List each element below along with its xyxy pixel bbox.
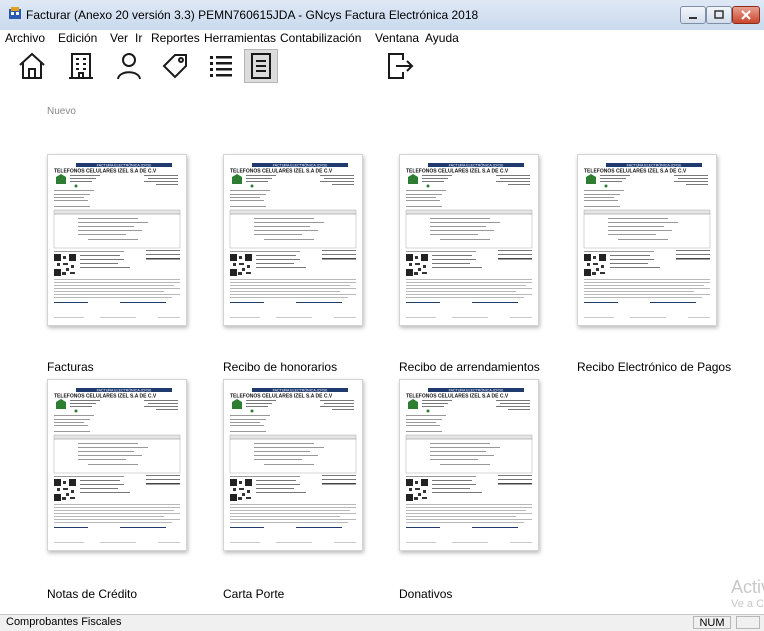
menu-ayuda[interactable]: Ayuda xyxy=(425,31,459,45)
maximize-button[interactable] xyxy=(706,6,732,24)
card-recibo-pagos[interactable]: FACTURA ELECTRÓNICA (CFDI) TELEFONOS CEL… xyxy=(577,154,717,326)
menu-ir[interactable]: Ir xyxy=(135,31,142,45)
card-donativos[interactable]: FACTURA ELECTRÓNICA (CFDI) TELEFONOS CEL… xyxy=(399,379,539,551)
app-icon xyxy=(9,7,21,19)
card-recibo-honorarios[interactable]: FACTURA ELECTRÓNICA (CFDI) TELEFONOS CEL… xyxy=(223,154,363,326)
card-label-donativos[interactable]: Donativos xyxy=(399,587,452,601)
resize-grip-icon[interactable] xyxy=(736,616,760,629)
invoice-preview-header: FACTURA ELECTRÓNICA (CFDI) xyxy=(449,387,504,392)
invoice-preview-company: TELEFONOS CELULARES IZEL S.A DE C.V xyxy=(406,169,509,175)
invoice-preview-image: FACTURA ELECTRÓNICA (CFDI) TELEFONOS CEL… xyxy=(578,155,716,325)
close-button[interactable] xyxy=(732,6,760,24)
invoice-preview-header: FACTURA ELECTRÓNICA (CFDI) xyxy=(97,387,152,392)
invoice-preview-image: FACTURA ELECTRÓNICA (CFDI) TELEFONOS CEL… xyxy=(400,155,538,325)
status-bar: Comprobantes Fiscales NUM xyxy=(0,614,764,631)
invoice-preview-image: FACTURA ELECTRÓNICA (CFDI) TELEFONOS CEL… xyxy=(400,380,538,550)
menu-contabilizacion[interactable]: Contabilización xyxy=(280,31,361,45)
card-carta-porte[interactable]: FACTURA ELECTRÓNICA (CFDI) TELEFONOS CEL… xyxy=(223,379,363,551)
invoice-preview-header: FACTURA ELECTRÓNICA (CFDI) xyxy=(449,162,504,167)
invoice-preview-company: TELEFONOS CELULARES IZEL S.A DE C.V xyxy=(230,169,333,175)
menu-edicion[interactable]: Edición xyxy=(58,31,97,45)
card-notas-credito[interactable]: FACTURA ELECTRÓNICA (CFDI) TELEFONOS CEL… xyxy=(47,379,187,551)
invoice-preview-image: FACTURA ELECTRÓNICA (CFDI) TELEFONOS CEL… xyxy=(224,380,362,550)
num-lock-indicator: NUM xyxy=(693,616,731,629)
invoice-preview-company: TELEFONOS CELULARES IZEL S.A DE C.V xyxy=(230,394,333,400)
menu-archivo[interactable]: Archivo xyxy=(5,31,45,45)
invoice-preview-company: TELEFONOS CELULARES IZEL S.A DE C.V xyxy=(54,169,157,175)
invoice-preview-header: FACTURA ELECTRÓNICA (CFDI) xyxy=(627,162,682,167)
invoice-preview-company: TELEFONOS CELULARES IZEL S.A DE C.V xyxy=(406,394,509,400)
minimize-button[interactable] xyxy=(680,6,706,24)
card-facturas[interactable]: FACTURA ELECTRÓNICA (CFDI) TELEFONOS CEL… xyxy=(47,154,187,326)
invoice-preview-company: TELEFONOS CELULARES IZEL S.A DE C.V xyxy=(54,394,157,400)
invoice-preview-image: FACTURA ELECTRÓNICA (CFDI) TELEFONOS CEL… xyxy=(48,155,186,325)
list-icon[interactable] xyxy=(206,51,236,81)
exit-icon[interactable] xyxy=(385,51,415,81)
person-icon[interactable] xyxy=(114,51,144,81)
invoice-preview-header: FACTURA ELECTRÓNICA (CFDI) xyxy=(97,162,152,167)
menu-bar: Archivo Edición Ver Ir Reportes Herramie… xyxy=(0,30,764,46)
invoice-preview-company: TELEFONOS CELULARES IZEL S.A DE C.V xyxy=(584,169,687,175)
card-label-recibo-pagos[interactable]: Recibo Electrónico de Pagos xyxy=(577,360,731,374)
home-icon[interactable] xyxy=(17,51,47,81)
card-label-recibo-arrendamientos[interactable]: Recibo de arrendamientos xyxy=(399,360,540,374)
card-label-notas-credito[interactable]: Notas de Crédito xyxy=(47,587,137,601)
activation-watermark-sub: Ve a Co xyxy=(731,598,764,610)
status-text: Comprobantes Fiscales xyxy=(6,616,122,628)
card-label-carta-porte[interactable]: Carta Porte xyxy=(223,587,284,601)
menu-herramientas[interactable]: Herramientas xyxy=(204,31,276,45)
card-label-recibo-honorarios[interactable]: Recibo de honorarios xyxy=(223,360,337,374)
title-bar: Facturar (Anexo 20 versión 3.3) PEMN7606… xyxy=(0,0,764,31)
activation-watermark: Activ xyxy=(731,577,764,597)
invoice-preview-header: FACTURA ELECTRÓNICA (CFDI) xyxy=(273,162,328,167)
tag-icon[interactable] xyxy=(160,51,190,81)
menu-ver[interactable]: Ver xyxy=(110,31,128,45)
building-icon[interactable] xyxy=(66,51,96,81)
invoice-preview-header: FACTURA ELECTRÓNICA (CFDI) xyxy=(273,387,328,392)
card-label-facturas[interactable]: Facturas xyxy=(47,360,94,374)
menu-ventana[interactable]: Ventana xyxy=(375,31,419,45)
invoice-preview-image: FACTURA ELECTRÓNICA (CFDI) TELEFONOS CEL… xyxy=(224,155,362,325)
document-icon[interactable] xyxy=(244,49,278,83)
window-title: Facturar (Anexo 20 versión 3.3) PEMN7606… xyxy=(26,8,479,22)
invoice-preview-image: FACTURA ELECTRÓNICA (CFDI) TELEFONOS CEL… xyxy=(48,380,186,550)
menu-reportes[interactable]: Reportes xyxy=(151,31,200,45)
card-recibo-arrendamientos[interactable]: FACTURA ELECTRÓNICA (CFDI) TELEFONOS CEL… xyxy=(399,154,539,326)
section-label-nuevo: Nuevo xyxy=(47,106,76,117)
